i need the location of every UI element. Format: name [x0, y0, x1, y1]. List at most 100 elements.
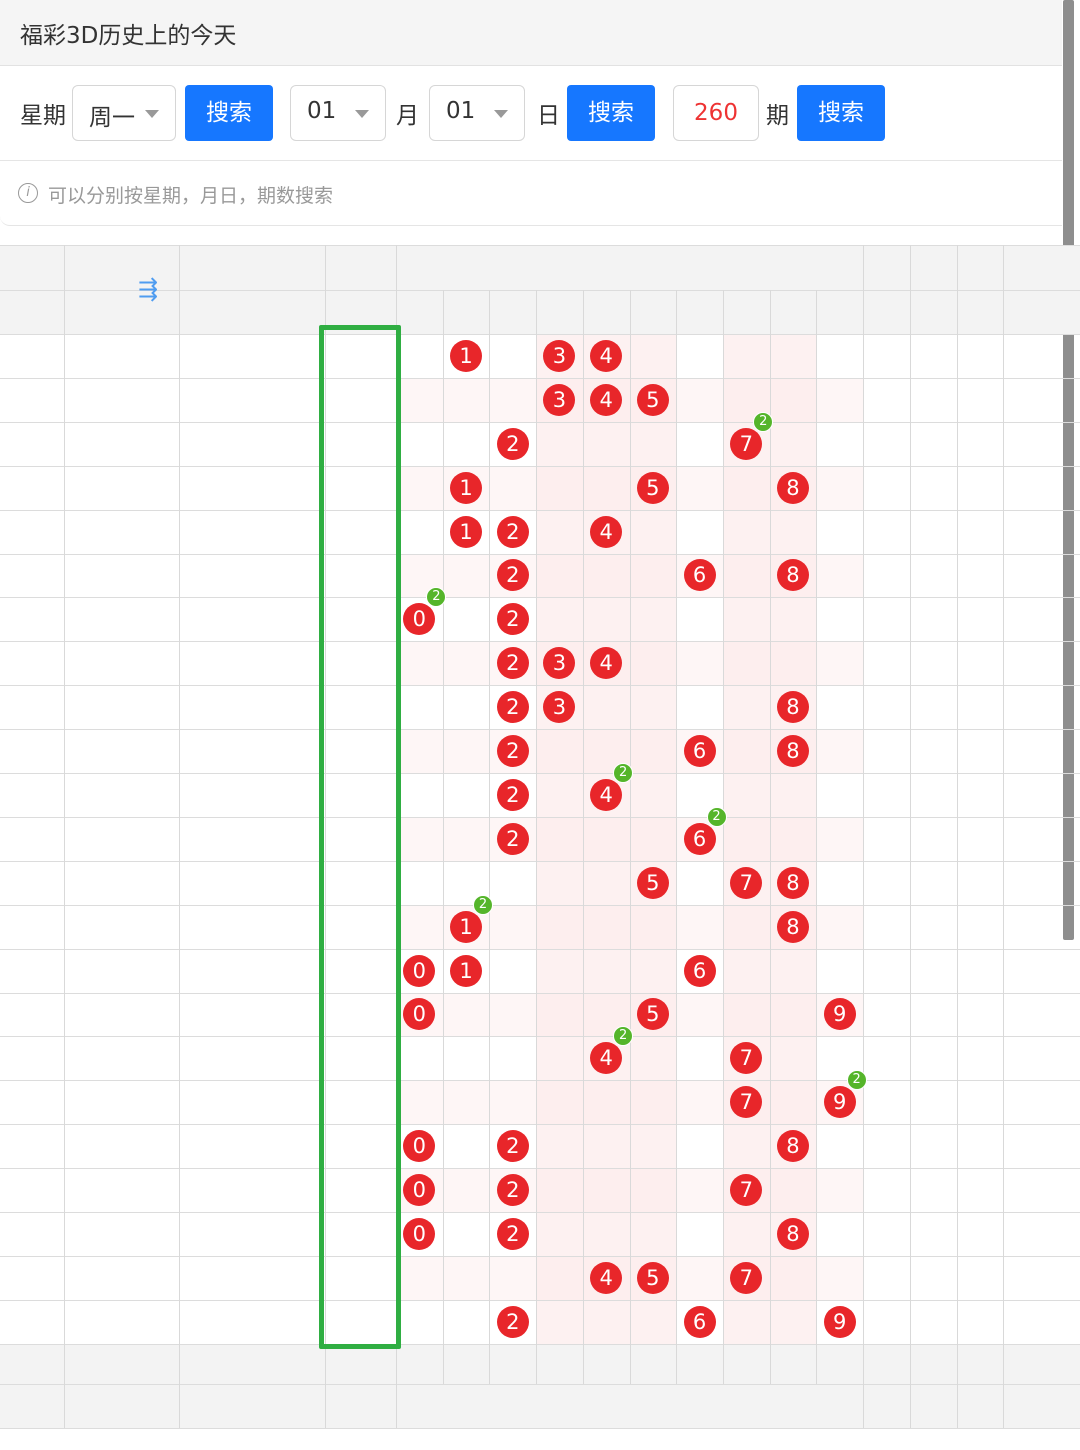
digit-rule [722, 290, 724, 334]
ball-2: 2 [496, 559, 529, 592]
sort-icon[interactable]: ⇶ [135, 275, 161, 303]
row-rule [0, 904, 1080, 906]
ball-2: 2 [496, 427, 529, 460]
digit-rule [442, 290, 444, 334]
ball-2: 2 [496, 1305, 529, 1338]
ball-6: 6 [683, 822, 716, 855]
header-sum-tail [910, 250, 957, 330]
digit-rule [536, 290, 538, 334]
ball-8: 8 [776, 866, 809, 899]
row-rule [0, 421, 1080, 423]
ball-1: 1 [450, 471, 483, 504]
footer-span [957, 1346, 1003, 1426]
ball-1: 1 [450, 515, 483, 548]
row-rule [0, 992, 1080, 994]
row-rule [0, 773, 1080, 774]
ball-8: 8 [776, 735, 809, 768]
row-rule [0, 1255, 1080, 1257]
ball-2: 2 [496, 691, 529, 724]
ball-2: 2 [496, 735, 529, 768]
ball-8: 8 [776, 910, 809, 943]
digit-rule [582, 334, 584, 1384]
row-rule [0, 509, 1080, 511]
digit-rule [582, 290, 584, 334]
row-rule [0, 1168, 1080, 1170]
digit-rule [629, 290, 631, 334]
ball-1: 1 [450, 954, 483, 987]
digit-rule [816, 290, 818, 334]
digit-rule [489, 290, 491, 334]
h-rule [0, 334, 1080, 335]
ball-8: 8 [776, 1217, 809, 1250]
digit-rule [676, 334, 678, 1384]
ball-7: 7 [730, 866, 763, 899]
award-column-highlight [319, 325, 401, 1349]
ball-8: 8 [776, 691, 809, 724]
row-rule [0, 1124, 1080, 1126]
ball-5: 5 [636, 383, 669, 416]
ball-6: 6 [683, 559, 716, 592]
row-rule [0, 729, 1080, 731]
ball-2: 2 [496, 778, 529, 811]
row-rule [0, 641, 1080, 643]
ball-2: 2 [496, 1174, 529, 1207]
row-rule [0, 1299, 1080, 1301]
ball-1: 1 [450, 910, 483, 943]
repeat-badge: 2 [473, 894, 494, 915]
history-table: ⇶ 1 3 4 3 4 5 2 7 2 1 5 8 1 2 4 2 6 8 0 2 2 2 3 4 2 3 8 2 6 8 2 4 2 2 6 2 5 7 8… [0, 0, 1080, 1450]
ball-4: 4 [590, 778, 623, 811]
footer-sum [863, 1346, 910, 1426]
ball-0: 0 [403, 1130, 436, 1163]
row-rule [0, 1036, 1080, 1038]
ball-0: 0 [403, 954, 436, 987]
col-rule [957, 245, 958, 1428]
ball-4: 4 [590, 1261, 623, 1294]
row-rule [0, 948, 1080, 950]
ball-2: 2 [496, 515, 529, 548]
ball-7: 7 [730, 1261, 763, 1294]
page: { "title": "福彩3D历史上的今天", "search": { "we… [0, 0, 1080, 1450]
digit-rule [769, 334, 771, 1384]
h-rule [0, 245, 1080, 246]
footer-sum-tail [910, 1346, 957, 1426]
ball-2: 2 [496, 603, 529, 636]
ball-4: 4 [590, 383, 623, 416]
row-rule [0, 816, 1080, 818]
digit-rule [489, 334, 491, 1384]
repeat-badge: 2 [846, 1070, 867, 1091]
digit-rule [629, 334, 631, 1384]
col-rule [863, 245, 864, 1428]
digit-rule [676, 290, 678, 334]
ball-2: 2 [496, 1217, 529, 1250]
repeat-badge: 2 [753, 411, 774, 432]
digit-rule [442, 334, 444, 1384]
ball-6: 6 [683, 1305, 716, 1338]
row-rule [0, 553, 1080, 555]
h-rule [0, 1428, 1080, 1429]
col-rule [1003, 245, 1004, 1428]
ball-7: 7 [730, 427, 763, 460]
ball-0: 0 [403, 603, 436, 636]
ball-6: 6 [683, 735, 716, 768]
row-rule [0, 1080, 1080, 1082]
ball-5: 5 [636, 1261, 669, 1294]
ball-6: 6 [683, 954, 716, 987]
repeat-badge: 2 [706, 806, 727, 827]
ball-8: 8 [776, 1130, 809, 1163]
ball-9: 9 [823, 998, 856, 1031]
digit-rule [536, 334, 538, 1384]
row-rule [0, 1343, 1080, 1345]
col-rule [64, 245, 65, 1428]
ball-9: 9 [823, 1086, 856, 1119]
ball-2: 2 [496, 647, 529, 680]
ball-2: 2 [496, 1130, 529, 1163]
col-rule [179, 245, 180, 1428]
digit-rule [769, 290, 771, 334]
row-rule [0, 1212, 1080, 1213]
repeat-badge: 2 [613, 762, 634, 783]
header-sum [863, 250, 910, 330]
digit-rule [816, 334, 818, 1384]
ball-5: 5 [636, 866, 669, 899]
ball-2: 2 [496, 822, 529, 855]
row-rule [0, 685, 1080, 687]
